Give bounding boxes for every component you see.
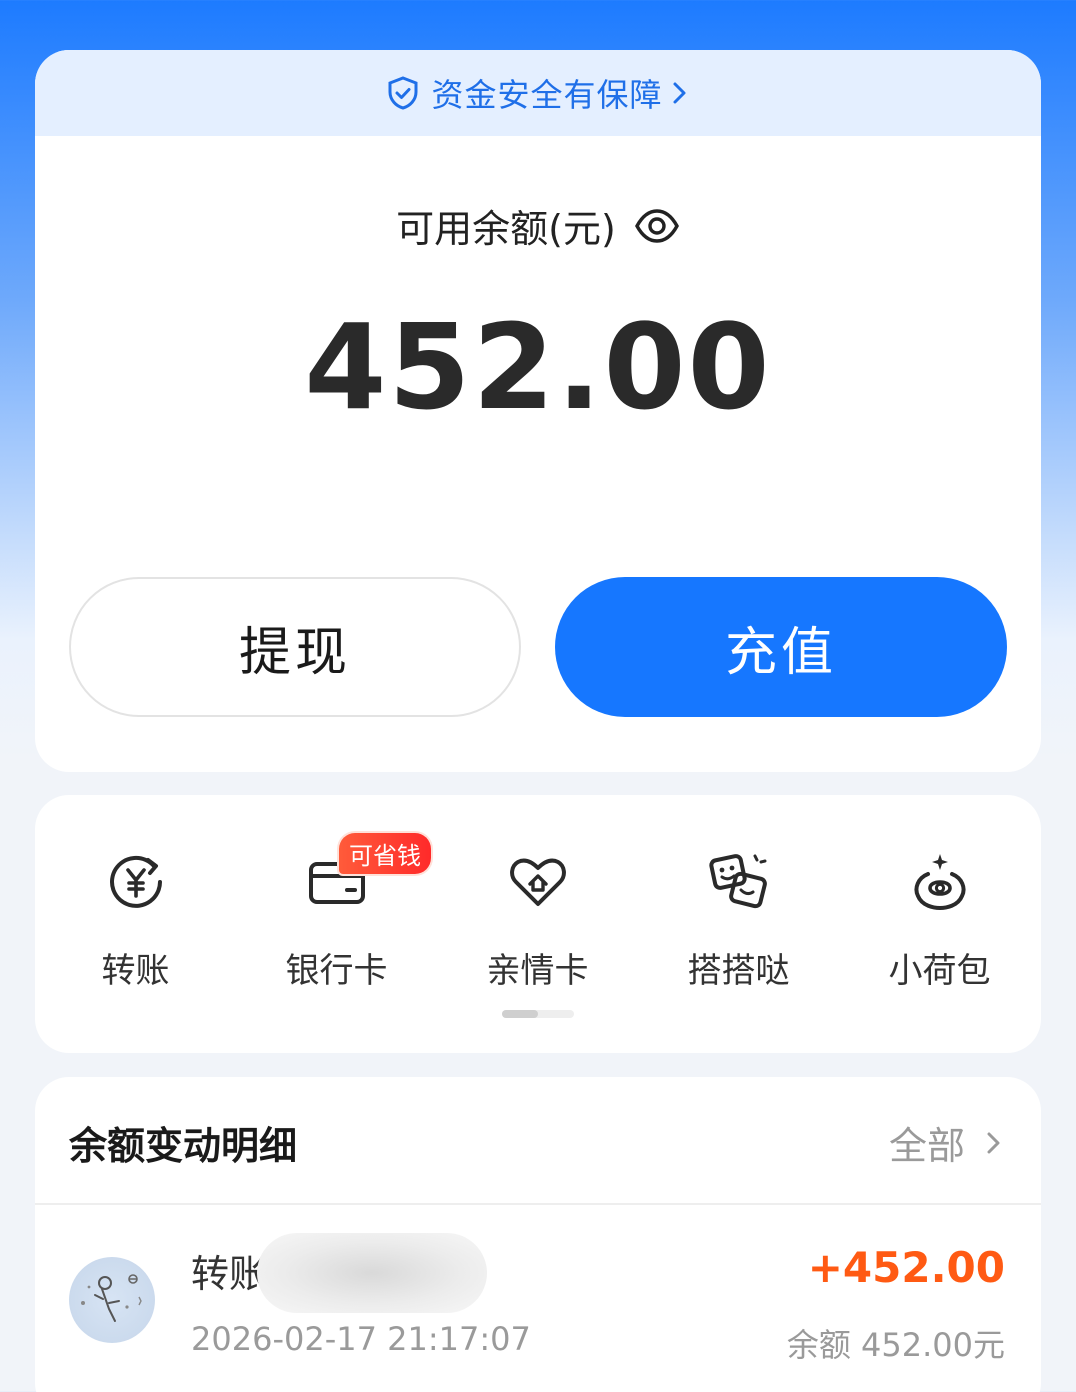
shortcut-family-card[interactable]: 亲情卡	[437, 795, 638, 1015]
balance-amount: 452.00	[304, 298, 772, 436]
shortcut-label: 银行卡	[285, 951, 388, 991]
shortcut-label: 搭搭哒	[687, 951, 790, 991]
chevron-right-icon	[987, 1132, 1000, 1153]
transaction-row[interactable]: 转账 2026-02-17 21:17:07 +452.00 余额 452.00…	[35, 1205, 1041, 1392]
shortcuts-card: 转账 银行卡 可省钱 亲情卡 搭搭哒 小荷包	[35, 795, 1041, 1053]
eye-icon[interactable]	[634, 206, 680, 246]
transaction-title: 转账	[191, 1252, 268, 1296]
avatar	[69, 1257, 155, 1343]
shortcut-purse[interactable]: 小荷包	[839, 795, 1040, 1015]
balance-card: 资金安全有保障 可用余额(元) 452.00 提现 充值	[35, 50, 1041, 772]
security-banner[interactable]: 资金安全有保障	[35, 50, 1041, 136]
transaction-time: 2026-02-17 21:17:07	[191, 1320, 531, 1358]
transaction-balance: 余额 452.00元	[786, 1326, 1005, 1364]
details-title: 余额变动明细	[69, 1124, 298, 1168]
transaction-amount: +452.00	[807, 1243, 1005, 1292]
shortcut-dadada[interactable]: 搭搭哒	[638, 795, 839, 1015]
chevron-right-icon	[673, 82, 685, 104]
redacted-name	[257, 1233, 487, 1313]
page-indicator	[502, 1010, 574, 1018]
dadada-icon	[708, 854, 767, 909]
promo-badge: 可省钱	[339, 833, 431, 874]
shortcut-transfer[interactable]: 转账	[35, 795, 236, 1015]
page-indicator-active	[502, 1010, 538, 1018]
view-all-label: 全部	[888, 1124, 965, 1168]
shortcut-label: 亲情卡	[486, 951, 589, 991]
recharge-button[interactable]: 充值	[555, 577, 1007, 717]
shortcut-label: 转账	[101, 951, 170, 991]
transfer-icon	[109, 855, 162, 908]
shortcut-bank-card[interactable]: 银行卡	[236, 795, 437, 1015]
shortcut-label: 小荷包	[888, 951, 991, 991]
astronaut-avatar-icon	[81, 1274, 142, 1322]
balance-label-row: 可用余额(元)	[35, 198, 1041, 253]
family-card-icon	[509, 858, 566, 906]
security-text: 资金安全有保障	[431, 76, 663, 114]
view-all-button[interactable]: 全部	[889, 1115, 1005, 1170]
balance-label: 可用余额(元)	[396, 207, 616, 251]
balance-details-card: 余额变动明细 全部 转账 2026-02-17 21:17:07 +452.00	[35, 1077, 1041, 1392]
withdraw-button[interactable]: 提现	[69, 577, 521, 717]
purse-icon	[913, 854, 966, 911]
shield-icon	[388, 76, 418, 110]
